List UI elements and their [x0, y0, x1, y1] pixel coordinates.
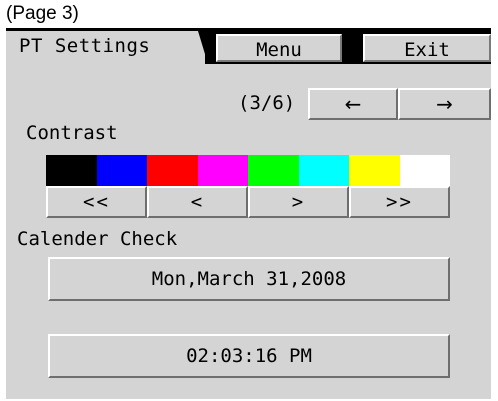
swatch-black — [46, 155, 97, 186]
prev-page-button[interactable]: ← — [308, 88, 398, 120]
contrast-fast-increase-button[interactable]: >> — [349, 186, 450, 218]
page-counter: (3/6) — [238, 92, 296, 114]
contrast-increase-button[interactable]: > — [248, 186, 349, 218]
swatch-blue — [96, 155, 147, 186]
exit-button[interactable]: Exit — [363, 34, 491, 62]
contrast-label: Contrast — [26, 122, 118, 144]
next-page-button[interactable]: → — [398, 88, 491, 120]
contrast-adjust-row: << < > >> — [46, 186, 450, 218]
swatch-magenta — [197, 155, 248, 186]
tab-title: PT Settings — [19, 35, 151, 57]
date-display[interactable]: Mon,March 31,2008 — [48, 257, 450, 301]
calendar-check-label: Calender Check — [17, 228, 178, 250]
swatch-red — [147, 155, 198, 186]
header-bar: PT Settings Menu Exit — [6, 31, 491, 64]
contrast-decrease-button[interactable]: < — [147, 186, 248, 218]
swatch-green — [248, 155, 299, 186]
time-display[interactable]: 02:03:16 PM — [48, 334, 450, 378]
menu-button[interactable]: Menu — [216, 34, 342, 62]
swatch-cyan — [298, 155, 349, 186]
page-label: (Page 3) — [6, 3, 79, 24]
swatch-yellow — [349, 155, 400, 186]
swatch-white — [399, 155, 450, 186]
pt-settings-panel: PT Settings Menu Exit (3/6) ← → Contrast… — [6, 31, 491, 399]
contrast-fast-decrease-button[interactable]: << — [46, 186, 147, 218]
contrast-color-strip — [46, 155, 450, 186]
